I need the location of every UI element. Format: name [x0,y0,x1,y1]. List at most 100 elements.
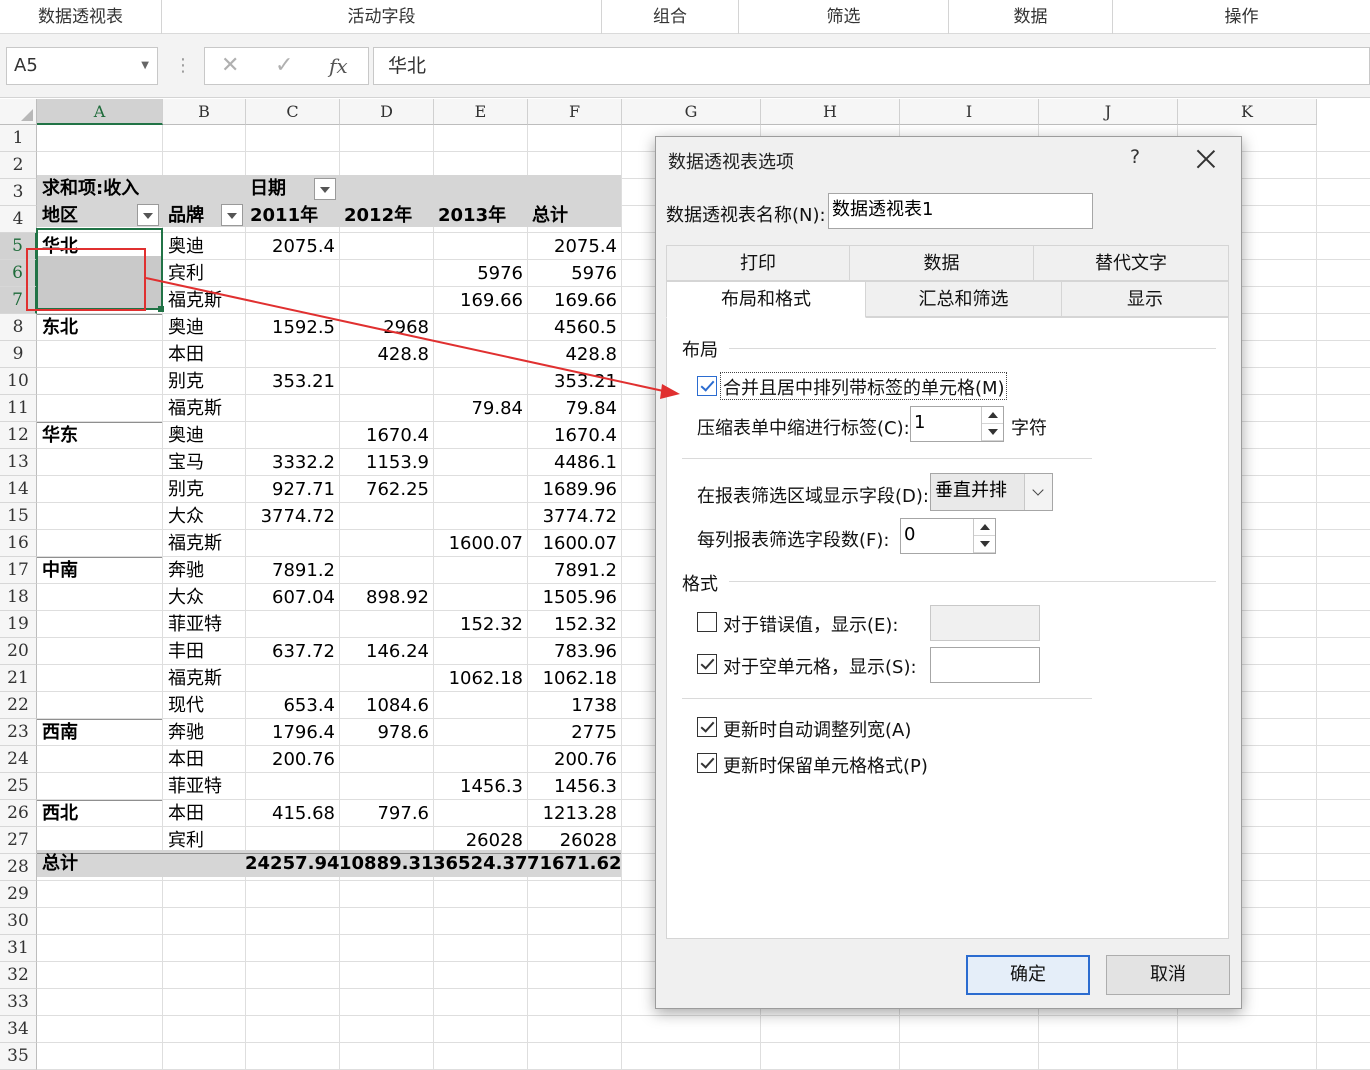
ribbon-group-actions[interactable]: 操作 [1113,0,1370,34]
pivot-value-2013[interactable]: 79.84 [434,396,527,422]
pivot-value-2012[interactable]: 2968 [340,315,433,341]
pivot-value-2011[interactable]: 637.72 [246,639,339,665]
row-header-20[interactable]: 20 [0,638,37,665]
spin-down-icon[interactable] [982,424,1003,441]
pivot-region-cell[interactable]: 中南 [37,558,162,584]
pivot-value-total[interactable]: 5976 [528,261,621,287]
pivot-value-2012[interactable]: 1153.9 [340,450,433,476]
row-header-28[interactable]: 28 [0,854,37,881]
filter-fields-spinner[interactable] [973,519,995,553]
pivot-value-2011[interactable]: 415.68 [246,801,339,827]
row-header-31[interactable]: 31 [0,935,37,962]
column-header-k[interactable]: K [1178,99,1317,125]
pivot-brand-cell[interactable]: 福克斯 [163,666,245,692]
indent-spinner[interactable] [981,407,1003,441]
pivot-value-2011[interactable]: 1592.5 [246,315,339,341]
indent-stepper[interactable]: 1 [910,406,1004,442]
pivot-region-cell[interactable]: 西南 [37,720,162,746]
row-header-35[interactable]: 35 [0,1043,37,1070]
pivot-value-total[interactable]: 169.66 [528,288,621,314]
row-header-24[interactable]: 24 [0,746,37,773]
pivot-value-total[interactable]: 3774.72 [528,504,621,530]
spin-up-icon[interactable] [974,519,995,536]
pivot-value-2012[interactable]: 1084.6 [340,693,433,719]
pivot-region-cell[interactable]: 华东 [37,423,162,449]
pivot-brand-cell[interactable]: 本田 [163,801,245,827]
empty-cell-input[interactable] [930,647,1040,683]
row-header-18[interactable]: 18 [0,584,37,611]
tab-data[interactable]: 数据 [849,245,1034,281]
row-header-16[interactable]: 16 [0,530,37,557]
pivot-value-2012[interactable]: 428.8 [340,342,433,368]
ok-button[interactable]: 确定 [966,955,1090,995]
name-box[interactable]: A5 ▼ [6,47,158,85]
pivot-value-total[interactable]: 1600.07 [528,531,621,557]
pivot-value-total[interactable]: 4486.1 [528,450,621,476]
close-icon[interactable] [1196,149,1216,169]
pivot-brand-cell[interactable]: 奔驰 [163,558,245,584]
pivot-value-total[interactable]: 428.8 [528,342,621,368]
tab-display[interactable]: 显示 [1061,281,1229,317]
pivot-value-2012[interactable]: 898.92 [340,585,433,611]
row-header-34[interactable]: 34 [0,1016,37,1043]
chevron-down-icon[interactable] [1024,474,1052,510]
filter-area-select[interactable]: 垂直并排 [930,473,1053,511]
pivot-value-2012[interactable]: 146.24 [340,639,433,665]
cancel-button[interactable]: 取消 [1106,955,1230,995]
column-header-e[interactable]: E [434,99,528,125]
pivot-brand-cell[interactable]: 福克斯 [163,396,245,422]
row-header-10[interactable]: 10 [0,368,37,395]
pivot-value-total[interactable]: 1505.96 [528,585,621,611]
name-box-dropdown-icon[interactable]: ▼ [141,48,149,84]
pivot-name-input[interactable]: 数据透视表1 [828,193,1093,229]
pivot-brand-cell[interactable]: 奥迪 [163,234,245,260]
row-header-1[interactable]: 1 [0,125,37,152]
pivot-brand-cell[interactable]: 丰田 [163,639,245,665]
column-header-c[interactable]: C [246,99,340,125]
tab-layout-format[interactable]: 布局和格式 [666,281,866,318]
row-header-25[interactable]: 25 [0,773,37,800]
row-header-29[interactable]: 29 [0,881,37,908]
ribbon-group-group[interactable]: 组合 [602,0,739,34]
spin-down-icon[interactable] [974,536,995,553]
row-header-9[interactable]: 9 [0,341,37,368]
row-header-15[interactable]: 15 [0,503,37,530]
pivot-value-total[interactable]: 2775 [528,720,621,746]
pivot-brand-cell[interactable]: 福克斯 [163,288,245,314]
row-header-11[interactable]: 11 [0,395,37,422]
pivot-value-2013[interactable]: 1600.07 [434,531,527,557]
row-header-4[interactable]: 4 [0,206,37,233]
pivot-value-2011[interactable]: 3332.2 [246,450,339,476]
pivot-value-2012[interactable]: 797.6 [340,801,433,827]
pivot-brand-cell[interactable]: 菲亚特 [163,774,245,800]
formula-bar-grip-icon[interactable]: ⋮ [174,52,192,80]
column-header-h[interactable]: H [761,99,900,125]
row-header-26[interactable]: 26 [0,800,37,827]
insert-function-icon[interactable]: fx [329,52,348,80]
tab-print[interactable]: 打印 [666,245,850,281]
help-icon[interactable]: ? [1130,146,1140,168]
pivot-brand-cell[interactable]: 大众 [163,504,245,530]
pivot-region-cell[interactable]: 西北 [37,801,162,827]
pivot-value-2012[interactable]: 978.6 [340,720,433,746]
pivot-value-total[interactable]: 1456.3 [528,774,621,800]
pivot-value-total[interactable]: 783.96 [528,639,621,665]
region-filter-dropdown-icon[interactable] [137,204,159,226]
row-header-32[interactable]: 32 [0,962,37,989]
row-header-27[interactable]: 27 [0,827,37,854]
pivot-brand-cell[interactable]: 宾利 [163,261,245,287]
row-header-2[interactable]: 2 [0,152,37,179]
pivot-value-2013[interactable]: 1456.3 [434,774,527,800]
pivot-brand-cell[interactable]: 宾利 [163,828,245,854]
pivot-value-2011[interactable]: 927.71 [246,477,339,503]
pivot-brand-cell[interactable]: 宝马 [163,450,245,476]
pivot-value-2011[interactable]: 200.76 [246,747,339,773]
row-header-14[interactable]: 14 [0,476,37,503]
row-header-3[interactable]: 3 [0,179,37,206]
pivot-brand-cell[interactable]: 菲亚特 [163,612,245,638]
pivot-value-2013[interactable]: 169.66 [434,288,527,314]
pivot-brand-cell[interactable]: 本田 [163,342,245,368]
row-header-21[interactable]: 21 [0,665,37,692]
empty-cell-checkbox[interactable] [697,654,717,674]
merge-center-checkbox[interactable] [697,376,717,396]
